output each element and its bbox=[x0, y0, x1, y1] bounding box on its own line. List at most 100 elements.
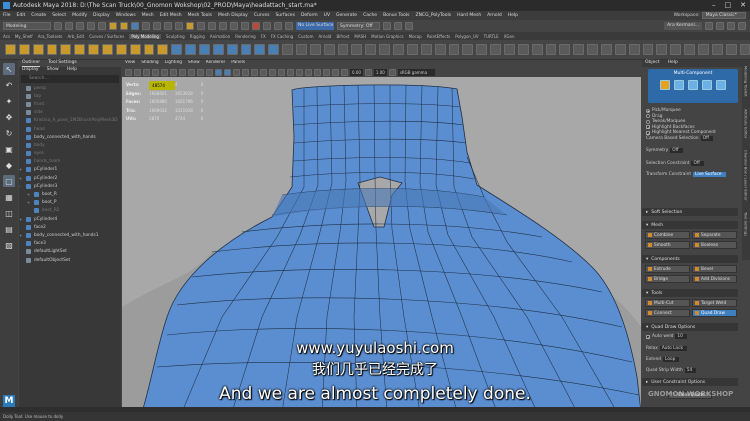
outliner-item[interactable]: hands_team bbox=[19, 158, 121, 166]
scale-tool-icon[interactable]: ▣ bbox=[3, 143, 15, 155]
uv-mode-icon[interactable] bbox=[716, 80, 726, 90]
outliner-item[interactable]: + boot_R bbox=[19, 190, 121, 198]
soft-selection-header[interactable]: ▸ Soft Selection bbox=[642, 208, 738, 216]
shelf-tab-rendering[interactable]: Rendering bbox=[235, 34, 255, 39]
textured-icon[interactable] bbox=[242, 68, 249, 76]
help-search-icon[interactable] bbox=[705, 22, 713, 30]
select-hierarchy-icon[interactable] bbox=[109, 22, 117, 30]
viewport-menu-renderer[interactable]: Renderer bbox=[206, 60, 226, 67]
isolate-select-icon[interactable] bbox=[305, 68, 312, 76]
shelf-tab-arnold[interactable]: Arnold bbox=[319, 34, 332, 39]
option-pick-marquee[interactable]: • Pick/Marquee bbox=[646, 108, 681, 113]
gate-mask-icon[interactable] bbox=[188, 68, 195, 76]
boolean-button[interactable]: Boolean bbox=[692, 241, 737, 249]
open-scene-icon[interactable] bbox=[65, 22, 73, 30]
history-icon[interactable] bbox=[241, 22, 249, 30]
side-tab-modeling-toolkit[interactable]: Modeling Toolkit bbox=[744, 66, 749, 97]
option-highlight-nearest-component[interactable]: ✓ Highlight Nearest Component bbox=[646, 130, 716, 135]
chamfer-icon[interactable] bbox=[406, 44, 418, 55]
outliner-menu-display[interactable]: Display bbox=[22, 67, 39, 74]
toggle-panel-icon[interactable] bbox=[716, 22, 724, 30]
plane-icon[interactable] bbox=[60, 44, 72, 55]
shelf-tab-motion-graphics[interactable]: Motion Graphics bbox=[371, 34, 404, 39]
snap-view-icon[interactable] bbox=[219, 22, 227, 30]
side-tab-tool-settings[interactable]: Tool Settings bbox=[744, 212, 749, 236]
merge-icon[interactable] bbox=[379, 44, 391, 55]
bevel-button[interactable]: Bevel bbox=[692, 265, 737, 273]
outliner-item[interactable]: side bbox=[19, 109, 121, 117]
boolean-union-icon[interactable] bbox=[226, 44, 238, 55]
harden-icon[interactable] bbox=[711, 44, 723, 55]
menu-edit[interactable]: Edit bbox=[17, 13, 26, 18]
combine-button[interactable]: Combine bbox=[645, 231, 690, 239]
menu-select[interactable]: Select bbox=[52, 13, 66, 18]
shadows-icon[interactable] bbox=[260, 68, 267, 76]
unfold-icon[interactable] bbox=[656, 44, 668, 55]
shelf-tab-mash[interactable]: MASH bbox=[354, 34, 366, 39]
sphere-type-icon[interactable] bbox=[157, 44, 169, 55]
checkbox[interactable]: ✓ bbox=[646, 130, 650, 135]
menu-create[interactable]: Create bbox=[31, 13, 46, 18]
quad-draw-button[interactable]: Quad Draw bbox=[692, 309, 737, 317]
lasso-tool-icon[interactable]: ↶ bbox=[3, 79, 15, 91]
xray-icon[interactable] bbox=[404, 22, 413, 30]
tools-header[interactable]: ▾ Tools bbox=[642, 289, 738, 297]
uv-mask-icon[interactable] bbox=[175, 22, 183, 30]
maximize-icon[interactable]: □ bbox=[725, 1, 732, 9]
pipe-icon[interactable] bbox=[115, 44, 127, 55]
menu-mesh[interactable]: Mesh bbox=[142, 13, 154, 18]
menu-curves[interactable]: Curves bbox=[254, 13, 270, 18]
wireframe-icon[interactable] bbox=[215, 68, 222, 76]
flip-icon[interactable] bbox=[739, 44, 750, 55]
menu-surfaces[interactable]: Surfaces bbox=[275, 13, 295, 18]
checkbox[interactable]: ✓ bbox=[646, 125, 650, 130]
helix-icon[interactable] bbox=[129, 44, 141, 55]
outliner-item[interactable]: defaultLightSet bbox=[19, 248, 121, 256]
menu-mesh-tools[interactable]: Mesh Tools bbox=[188, 13, 212, 18]
live-surface-field[interactable]: No Live Surface bbox=[296, 22, 334, 30]
outliner-item[interactable]: head bbox=[19, 125, 121, 133]
extract-icon[interactable] bbox=[199, 44, 210, 55]
face-mask-icon[interactable] bbox=[164, 22, 172, 30]
toolkit-menu-help[interactable]: Help bbox=[668, 60, 678, 67]
menu-generate[interactable]: Generate bbox=[336, 13, 357, 18]
snap-surface-icon[interactable] bbox=[230, 22, 238, 30]
color-management-icon[interactable] bbox=[388, 68, 396, 76]
bridge-icon[interactable] bbox=[337, 44, 349, 55]
quad-draw-options-header[interactable]: ▾ Quad Draw Options bbox=[642, 323, 738, 331]
outliner-item[interactable]: + boot_P bbox=[19, 199, 121, 207]
menu-file[interactable]: File bbox=[3, 13, 11, 18]
transform-constraint-dropdown[interactable]: Live Surface bbox=[693, 172, 726, 177]
select-object-icon[interactable] bbox=[120, 22, 128, 30]
outliner-item[interactable]: eyes bbox=[19, 150, 121, 158]
radio-button[interactable] bbox=[646, 114, 650, 119]
bridge-button[interactable]: Bridge bbox=[645, 275, 690, 283]
select-component-icon[interactable] bbox=[131, 22, 139, 30]
option-tweak-marquee[interactable]: Tweak/Marquee bbox=[646, 119, 685, 124]
xray-components-icon[interactable] bbox=[332, 68, 339, 76]
shelf-tab-fx-caching[interactable]: FX Caching bbox=[271, 34, 293, 39]
depth-of-field-icon[interactable] bbox=[296, 68, 303, 76]
outliner-menu-show[interactable]: Show bbox=[47, 67, 59, 74]
save-scene-icon[interactable] bbox=[76, 22, 84, 30]
graph-layout-icon[interactable]: ▤ bbox=[3, 223, 15, 235]
gamma-field[interactable]: 1.00 bbox=[373, 68, 387, 76]
target-weld-icon[interactable] bbox=[434, 44, 446, 55]
film-gate-icon[interactable] bbox=[170, 68, 177, 76]
super-shape-icon[interactable] bbox=[143, 44, 155, 55]
viewport-menu-panels[interactable]: Panels bbox=[231, 60, 245, 67]
shelf-tab-mocap[interactable]: Mocap bbox=[409, 34, 422, 39]
boolean-difference-icon[interactable] bbox=[240, 44, 252, 55]
mesh-header[interactable]: ▾ Mesh bbox=[642, 221, 738, 229]
menu-zncg-polytools[interactable]: ZNCG_PolyTools bbox=[415, 13, 451, 18]
outliner-item[interactable]: Kristina_A_pose_1M2BrushPolyMesh3D bbox=[19, 117, 121, 125]
shelf-tab-ara-toolsets[interactable]: Ara_Toolsets bbox=[38, 34, 63, 39]
smooth-button[interactable]: Smooth bbox=[645, 241, 690, 249]
multi-cut-icon[interactable] bbox=[420, 44, 432, 55]
render-settings-icon[interactable] bbox=[274, 22, 282, 30]
crease-icon[interactable] bbox=[517, 44, 529, 55]
paint-select-icon[interactable]: ✦ bbox=[3, 95, 15, 107]
rotate-tool-icon[interactable]: ↻ bbox=[3, 127, 15, 139]
outliner-item[interactable]: + body_connected_with_hands1 bbox=[19, 231, 121, 239]
undo-icon[interactable] bbox=[87, 22, 95, 30]
